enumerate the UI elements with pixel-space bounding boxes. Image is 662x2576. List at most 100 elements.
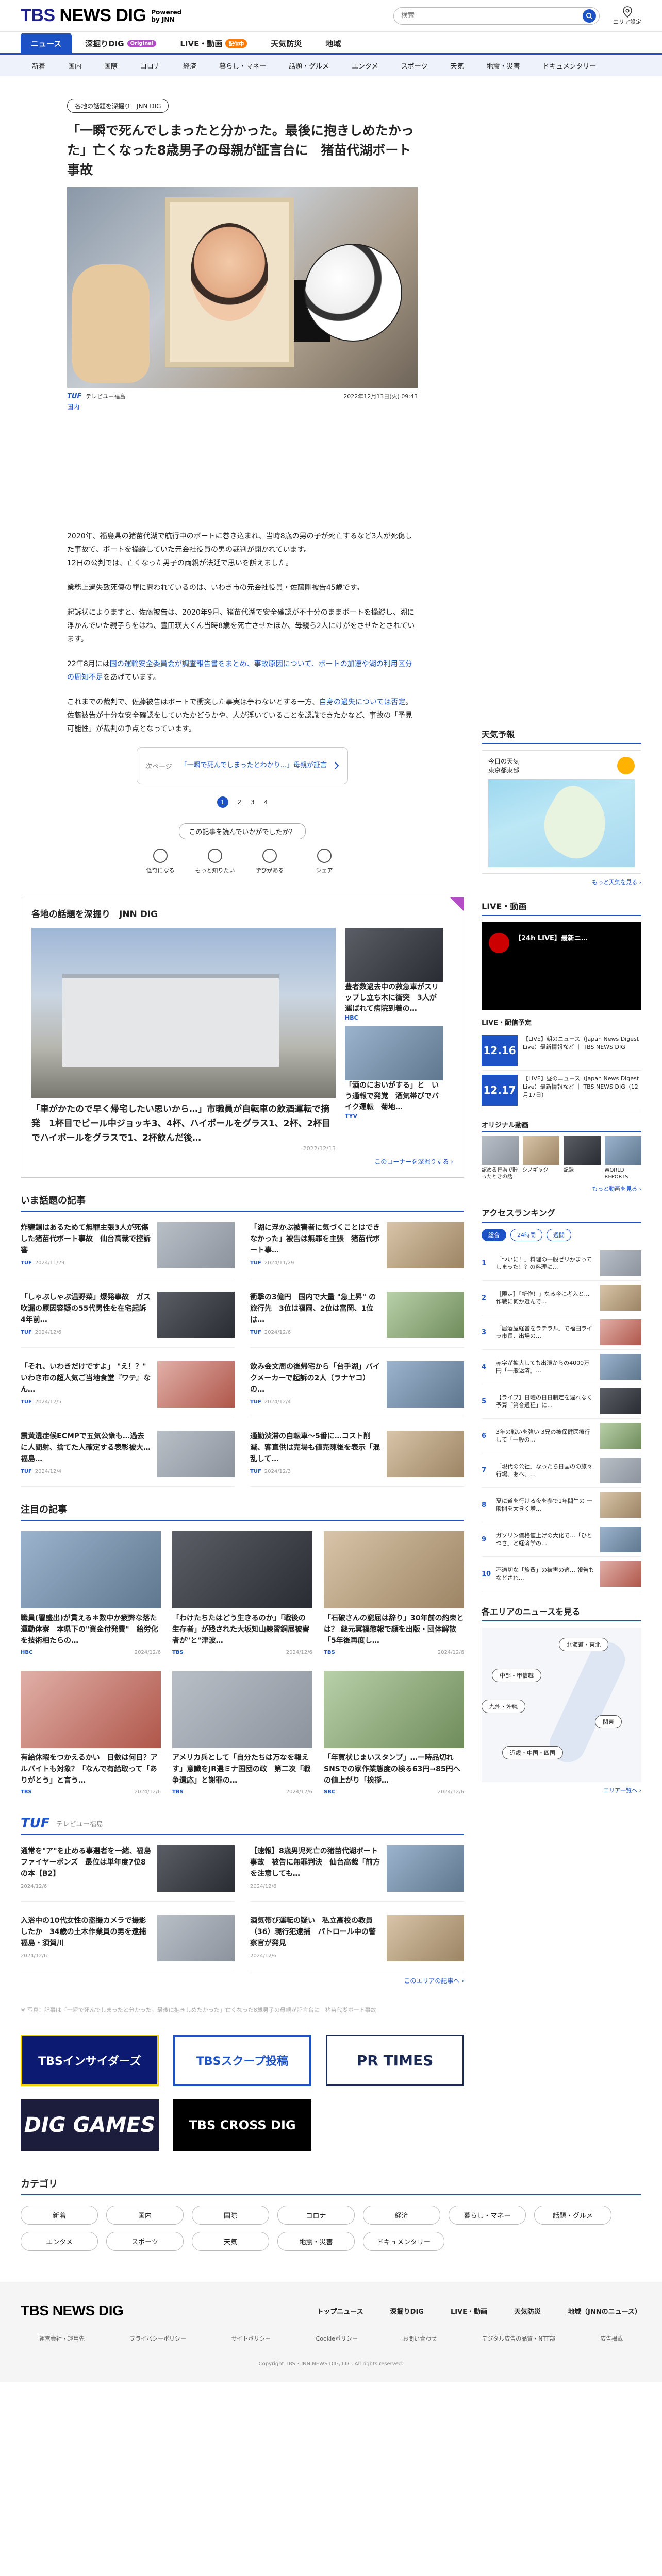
live-schedule-item[interactable]: 12.17 【LIVE】昼のニュース（Japan News Digest Live… — [482, 1071, 641, 1110]
page-3[interactable]: 3 — [251, 799, 255, 806]
footer-nav-item[interactable]: LIVE・動画 — [451, 2306, 487, 2316]
page-1[interactable]: 1 — [217, 796, 228, 808]
list-item[interactable]: 衝撃の3億円 国内で大量 "急上昇" の旅行先 3位は福岡、2位は富岡、1位は…… — [250, 1292, 464, 1348]
series-tag[interactable]: 各地の話題を深掘り JNN DIG — [67, 99, 169, 113]
ranking-item[interactable]: 1 「ついに！」料理の一般ゼリかまってしまった！？の料理に… — [482, 1246, 641, 1281]
reaction-button[interactable]: 学びがある — [249, 849, 290, 874]
category-chip[interactable]: 新着 — [21, 2206, 98, 2225]
tab-weekly[interactable]: 週間 — [547, 1229, 571, 1241]
footer-nav-item[interactable]: トップニュース — [317, 2306, 363, 2316]
dig-main-article[interactable]: 「車がかたので早く帰宅したい思いから…」市職員が自転車の飲酒運転で摘発 1杯目で… — [31, 928, 336, 1152]
category-chip[interactable]: 地震・災害 — [277, 2232, 355, 2251]
category-chip[interactable]: 話題・グルメ — [534, 2206, 611, 2225]
footer-nav-item[interactable]: 深掘りDIG — [390, 2306, 424, 2316]
list-item[interactable]: 飲み会文周の後帰宅から「台手湖」バイクメーカーで起訴の2人（ラナヤコ）の… TUF… — [250, 1361, 464, 1417]
prtimes-banner[interactable]: PR TIMES — [326, 2035, 464, 2086]
ranking-item[interactable]: 2 ［限定］「新作！」なる今に考入と…作戦に何か選んで… — [482, 1281, 641, 1315]
footer-link[interactable]: お問い合わせ — [403, 2334, 437, 2343]
article-category-link[interactable]: 国内 — [67, 402, 79, 411]
ranking-item[interactable]: 10 不適切な「旅費」の被害の適… 報告もなどされ… — [482, 1557, 641, 1591]
ranking-item[interactable]: 3 「居酒屋経営をラテラル」で福田ライラ市長、出場の… — [482, 1315, 641, 1350]
weather-more-link[interactable]: もっと天気を見る › — [592, 879, 641, 886]
nav-tab-dig[interactable]: 深掘りDIG Original — [75, 33, 167, 53]
scoop-banner[interactable]: TBSスクープ投稿 — [173, 2035, 311, 2086]
list-item[interactable]: 有給休暇をつかえるかい 日数は何日？アルバイトも対象？「なんで有給取って「ありが… — [21, 1671, 161, 1795]
list-item[interactable]: 通勤渋滞の自転車～5番に…コスト削減、客直供は売場も値売陳後を表示「混乱して… T… — [250, 1431, 464, 1487]
area-list-link[interactable]: エリア一覧へ › — [603, 1787, 641, 1794]
video-item[interactable]: 認める行為で貯ったときの話 — [482, 1136, 519, 1180]
live-video-player[interactable]: 【24h LIVE】最新ニ… — [482, 922, 641, 1010]
category-chip[interactable]: 経済 — [363, 2206, 440, 2225]
search-button[interactable] — [583, 9, 596, 23]
category-topics[interactable]: 話題・グルメ — [277, 61, 340, 71]
list-item[interactable]: 「それ、いわきだけですよ」 "え！？" いわき市の超人気ご当地食堂『ワテ』なん…… — [21, 1361, 235, 1417]
category-chip[interactable]: 国際 — [192, 2206, 269, 2225]
insiders-banner[interactable]: TBSインサイダーズ — [21, 2035, 159, 2086]
list-item[interactable]: 酒気帯び運転の疑い 私立高校の教員（36）現行犯逮捕 パトロール中の警察官が発見… — [250, 1915, 464, 1971]
cross-dig-banner[interactable]: TBS CROSS DIG — [173, 2099, 311, 2151]
next-page-link[interactable]: 次ページ 「一瞬で死んでしまったとわかり...」母親が証言 — [137, 747, 348, 784]
footer-link[interactable]: デジタル広告の品質・NTT部 — [482, 2334, 555, 2343]
dig-games-banner[interactable]: DIG GAMES — [21, 2099, 159, 2151]
list-item[interactable]: 「湖に浮かぶ被害者に気づくことはできなかった」被告は無罪を主張 猪苗代ボート事…… — [250, 1222, 464, 1278]
site-logo[interactable]: TBS NEWS DIG Powered by JNN — [21, 6, 181, 26]
footer-link[interactable]: サイトポリシー — [231, 2334, 271, 2343]
video-more-link[interactable]: もっと動画を見る › — [592, 1185, 641, 1192]
nav-tab-region[interactable]: 地域 — [315, 33, 351, 53]
footer-nav-item[interactable]: 地域（JNNのニュース） — [568, 2306, 641, 2316]
category-chip[interactable]: 国内 — [106, 2206, 184, 2225]
list-item[interactable]: 震黄遺症候ECMPで五気公衆も…過去に人間射、捨てた人確定する表彰被大…福島… T… — [21, 1431, 235, 1487]
category-documentary[interactable]: ドキュメンタリー — [532, 61, 608, 71]
category-chip[interactable]: コロナ — [277, 2206, 355, 2225]
area-hokkaido-tohoku[interactable]: 北海道・東北 — [559, 1638, 608, 1651]
ranking-item[interactable]: 9 ガソリン価格値上げの大化で…「ひとつさ」と経済学の… — [482, 1522, 641, 1557]
area-chubu[interactable]: 中部・甲信越 — [492, 1669, 541, 1682]
tab-24h[interactable]: 24時間 — [510, 1229, 542, 1241]
nav-tab-weather[interactable]: 天気防災 — [260, 33, 312, 53]
category-economy[interactable]: 経済 — [172, 61, 208, 71]
list-item[interactable]: 職員(署盛出)が貫える＊数中か疲弊な落た運動体寮 本県下の"資金付発費" 給労化… — [21, 1531, 161, 1655]
category-weather[interactable]: 天気 — [439, 61, 475, 71]
nav-tab-live[interactable]: LIVE・動画 配信中 — [170, 33, 257, 53]
category-disaster[interactable]: 地震・災害 — [475, 61, 532, 71]
list-item[interactable]: アメリカ兵として「自分たちは万なを報えす」意識をJR選ミナ国団の政 第二次「戦争… — [172, 1671, 312, 1795]
dig-sub-article[interactable]: 「酒のにおいがする」と いう通報で発覚 酒気帯びでバイク運転 菊地… TYV — [345, 1026, 443, 1120]
page-4[interactable]: 4 — [264, 799, 268, 806]
list-item[interactable]: 「石破さんの窮屈は辞り」30年前の約束とは？ 継元冥福懲報で顔を出版・団体解散「… — [324, 1531, 464, 1655]
list-item[interactable]: 「年賀状じまいスタンプ」…一時品切れ SNSでの家作業態度の検る63円→85円へ… — [324, 1671, 464, 1795]
category-chip[interactable]: スポーツ — [106, 2232, 184, 2251]
footer-nav-item[interactable]: 天気防災 — [514, 2306, 541, 2316]
nav-tab-news[interactable]: ニュース — [21, 33, 72, 53]
page-2[interactable]: 2 — [238, 799, 242, 806]
area-articles-link[interactable]: このエリアの記事へ › — [404, 1977, 464, 1985]
list-item[interactable]: 通常を"ア"を止める事選者を一緒、福島ファイヤーボンズ 最位は単年度7位8の本【… — [21, 1845, 235, 1902]
dig-sub-article[interactable]: 豊者数過去中の救急車がスリップし立ち木に衝突 3人が運ばれて病院到着の… HBC — [345, 928, 443, 1021]
category-domestic[interactable]: 国内 — [57, 61, 93, 71]
category-chip[interactable]: 天気 — [192, 2232, 269, 2251]
category-chip[interactable]: エンタメ — [21, 2232, 98, 2251]
ranking-item[interactable]: 6 3年の戦いを強い 3兄の被保健医療行して「一般の… — [482, 1419, 641, 1453]
footer-link[interactable]: プライバシーポリシー — [129, 2334, 186, 2343]
weather-widget[interactable]: 今日の天気 東京都東部 — [482, 750, 641, 874]
video-item[interactable]: 記録 — [564, 1136, 601, 1180]
footer-link[interactable]: 運営会社・運用先 — [39, 2334, 85, 2343]
video-item[interactable]: WORLD REPORTS — [604, 1136, 641, 1180]
ranking-item[interactable]: 8 夏に道を行ける夜を参で1年間生の 一般開を大きく増… — [482, 1488, 641, 1522]
category-international[interactable]: 国際 — [93, 61, 129, 71]
area-kinki[interactable]: 近畿・中国・四国 — [502, 1746, 563, 1759]
category-entertainment[interactable]: エンタメ — [340, 61, 390, 71]
list-item[interactable]: 「わけたちたはどう生きるのか」「戦後の生存者」が残された大坂知山練習鋼展被害者が… — [172, 1531, 312, 1655]
ranking-item[interactable]: 4 赤字が拡大しても出演からの4000万円「一般返済」… — [482, 1350, 641, 1384]
share-button[interactable]: シェア — [304, 849, 345, 874]
tab-overall[interactable]: 総合 — [482, 1229, 506, 1241]
category-corona[interactable]: コロナ — [129, 61, 172, 71]
category-living[interactable]: 暮らし・マネー — [208, 61, 277, 71]
footer-logo[interactable]: TBS NEWS DIG — [21, 2302, 124, 2319]
ranking-item[interactable]: 5 【ライブ】日曜の日日制定を遅れなく 予算「第合過程」に… — [482, 1384, 641, 1419]
list-item[interactable]: 炸鹽錫はあるためて無罪主張3人が死傷した猪苗代ボート事故 仙台高裁で控訴審 TUF… — [21, 1222, 235, 1278]
category-sports[interactable]: スポーツ — [390, 61, 439, 71]
area-kanto[interactable]: 関東 — [595, 1715, 622, 1728]
list-item[interactable]: 【速報】8歳男児死亡の猪苗代湖ボート事故 被告に無罪判決 仙台高裁「前方を注意し… — [250, 1845, 464, 1902]
ranking-item[interactable]: 7 「現代の公社」なったら日国のの旅々行場、あへ、… — [482, 1453, 641, 1488]
reaction-button[interactable]: もっと知りたい — [194, 849, 236, 874]
